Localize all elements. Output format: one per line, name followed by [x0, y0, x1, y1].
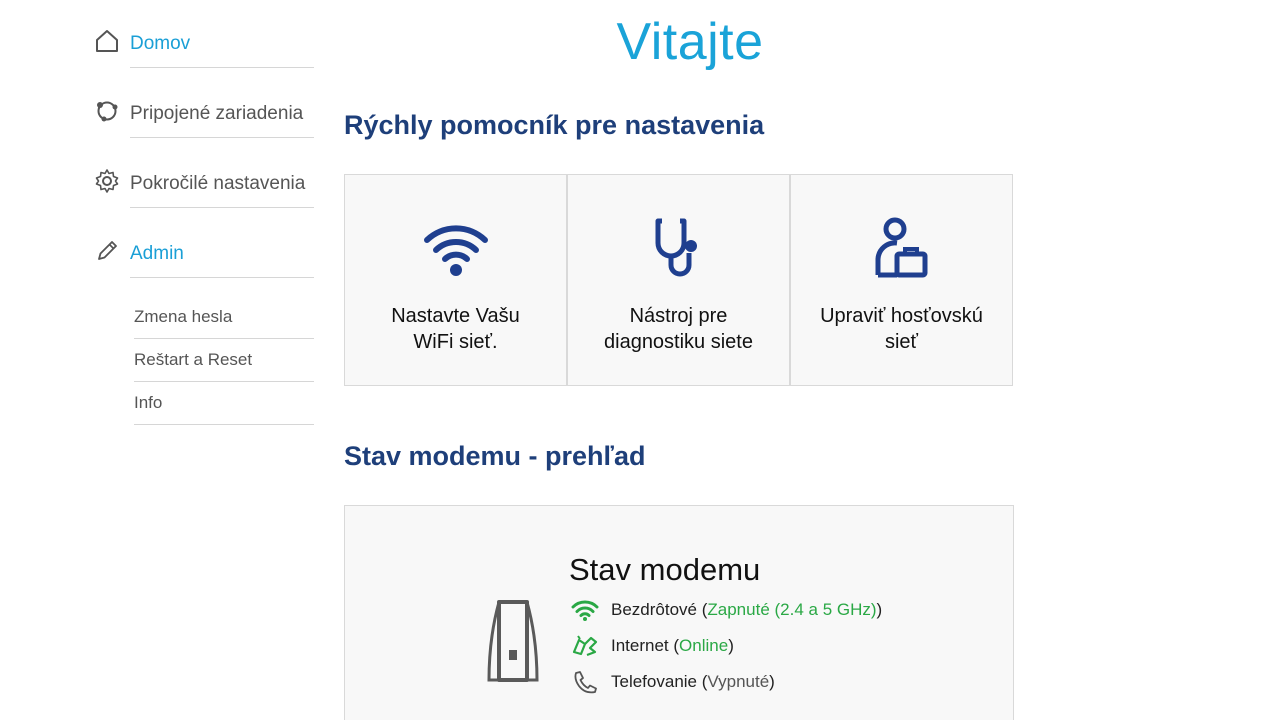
tile-label-line: WiFi sieť. [413, 331, 498, 353]
stethoscope-icon [644, 213, 714, 283]
modem-icon [485, 598, 541, 684]
tile-label-line: diagnostiku siete [604, 331, 753, 353]
sidebar-item-pripojene-zariadenia[interactable]: Pripojené zariadenia [90, 70, 316, 140]
page-title: Vitajte [616, 13, 764, 71]
sidebar-subitem-label: Reštart a Reset [134, 350, 253, 369]
status-text: Bezdrôtové (Zapnuté (2.4 a 5 GHz)) [611, 600, 883, 619]
status-value: Zapnuté (2.4 a 5 GHz) [707, 600, 877, 619]
status-value: Vypnuté [707, 672, 770, 691]
pencil-icon [94, 238, 120, 264]
sidebar-item-label: Domov [130, 33, 191, 54]
admin-submenu: Zmena hesla Reštart a Reset Info [90, 296, 316, 425]
divider [134, 424, 314, 425]
wifi-icon [421, 213, 491, 283]
sidebar-item-label: Pripojené zariadenia [130, 103, 304, 124]
tile-label: Upraviť hosťovskú sieť [801, 303, 1002, 355]
guest-icon [867, 213, 937, 283]
sidebar-subitem-info[interactable]: Info [134, 382, 316, 425]
wifi-setup-tile[interactable]: Nastavte Vašu WiFi sieť. [344, 174, 567, 386]
divider [130, 137, 314, 138]
overview-title: Stav modemu - prehľad [344, 441, 646, 471]
sidebar-item-domov[interactable]: Domov [90, 0, 316, 70]
divider [130, 67, 314, 68]
diagnostics-tile[interactable]: Nástroj pre diagnostiku siete [567, 174, 790, 386]
tile-label: Nástroj pre diagnostiku siete [578, 303, 779, 355]
sidebar: Domov Pripojené zariadenia Pokročilé nas… [90, 0, 316, 425]
sidebar-item-admin[interactable]: Admin [90, 210, 316, 280]
status-card-title: Stav modemu [569, 552, 761, 587]
sidebar-item-pokrocile-nastavenia[interactable]: Pokročilé nastavenia [90, 140, 316, 210]
wifi-icon [571, 598, 599, 622]
divider [130, 207, 314, 208]
devices-icon [94, 98, 120, 124]
sidebar-subitem-restart-reset[interactable]: Reštart a Reset [134, 339, 316, 382]
phone-icon [571, 670, 599, 694]
quick-setup-title: Rýchly pomocník pre nastavenia [344, 110, 765, 140]
status-text: Internet (Online) [611, 636, 734, 655]
gear-icon [94, 168, 120, 194]
divider [130, 277, 314, 278]
quick-setup-tiles: Nastavte Vašu WiFi sieť. Nástroj pre dia… [344, 174, 1014, 386]
status-label: Internet [611, 636, 669, 655]
internet-icon [571, 634, 599, 658]
sidebar-subitem-zmena-hesla[interactable]: Zmena hesla [134, 296, 316, 339]
status-label: Bezdrôtové [611, 600, 697, 619]
tile-label-line: Upraviť hosťovskú [820, 305, 983, 327]
guest-network-tile[interactable]: Upraviť hosťovskú sieť [790, 174, 1013, 386]
sidebar-subitem-label: Zmena hesla [134, 307, 233, 326]
status-label: Telefovanie [611, 672, 698, 691]
tile-label: Nastavte Vašu WiFi sieť. [355, 303, 556, 355]
tile-label-line: Nastavte Vašu [391, 305, 520, 327]
sidebar-subitem-label: Info [134, 393, 163, 412]
modem-status-card: Stav modemu Bezdrôtové (Zapnuté (2.4 a 5… [344, 505, 1014, 720]
tile-label-line: sieť [884, 331, 919, 353]
sidebar-item-label: Pokročilé nastavenia [130, 173, 306, 194]
tile-label-line: Nástroj pre [629, 305, 728, 327]
home-icon [94, 28, 120, 54]
sidebar-item-label: Admin [130, 243, 184, 264]
status-value: Online [679, 636, 729, 655]
status-text: Telefovanie (Vypnuté) [611, 672, 775, 691]
